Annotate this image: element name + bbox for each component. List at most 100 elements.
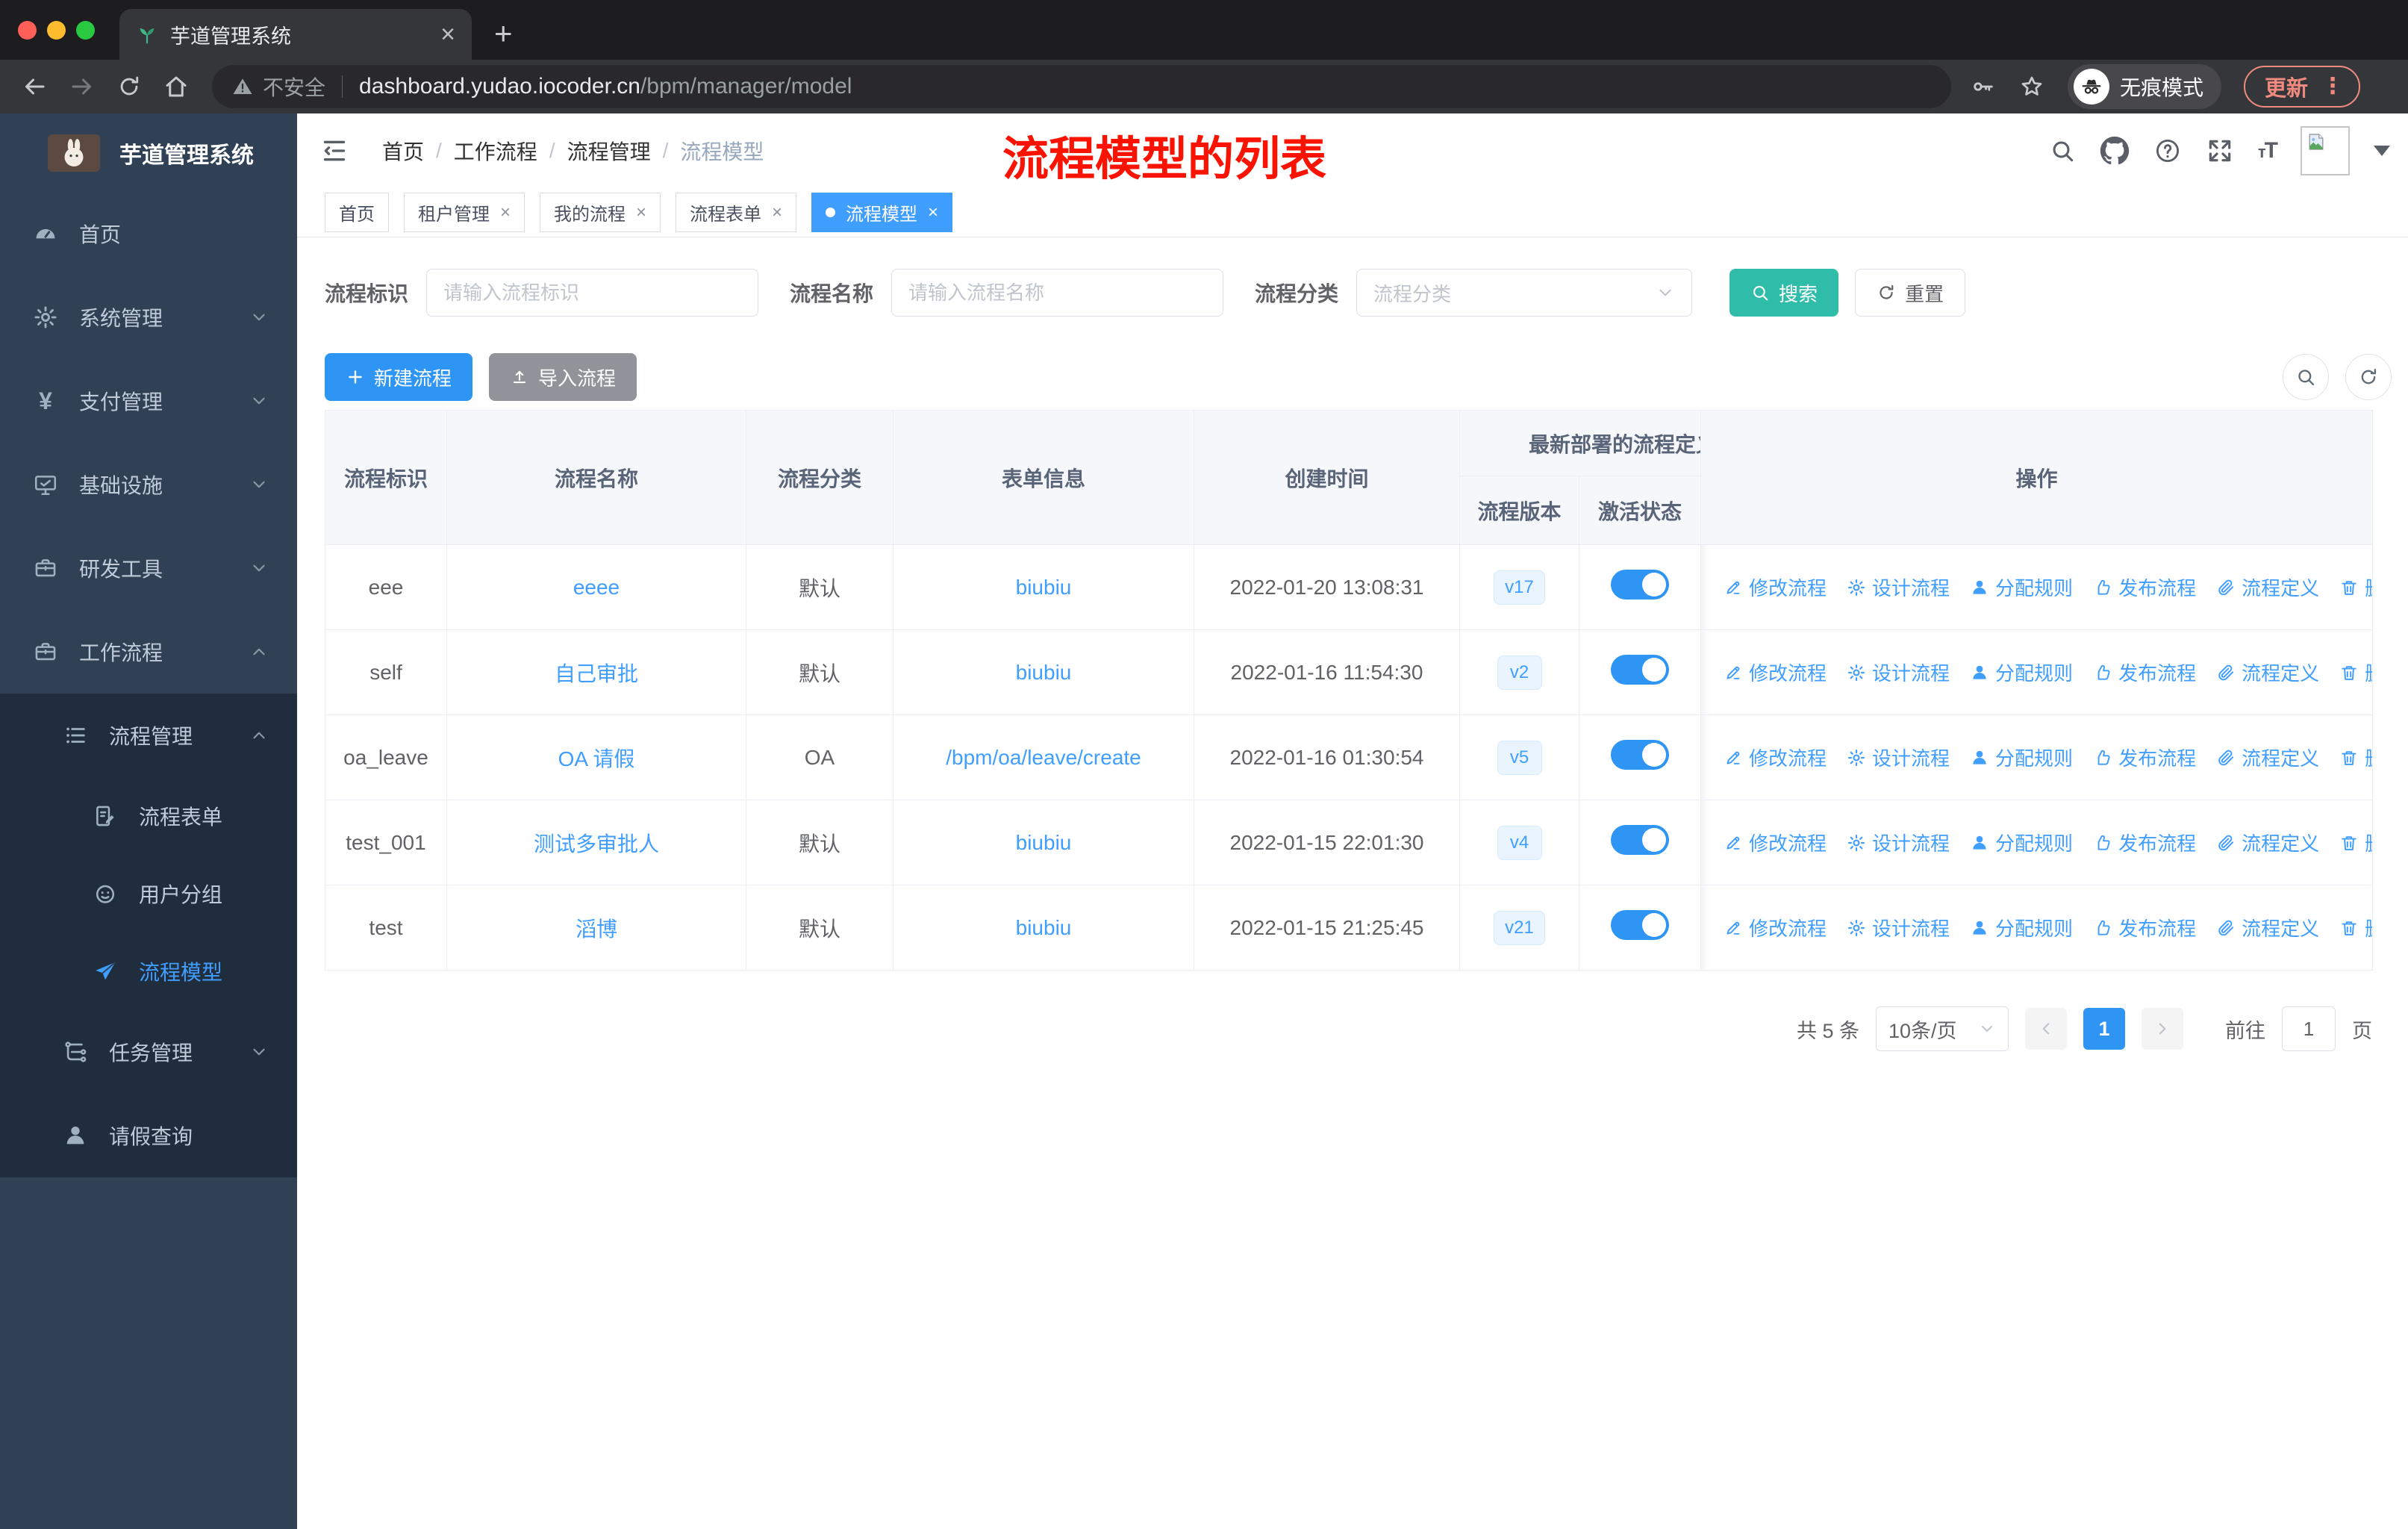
create-process-button[interactable]: 新建流程 (325, 353, 473, 401)
close-icon[interactable]: × (772, 202, 782, 223)
process-definition-link[interactable]: 流程定义 (2216, 829, 2319, 856)
minimize-window-button[interactable] (47, 21, 66, 40)
assign-rule-link[interactable]: 分配规则 (1970, 744, 2073, 771)
import-process-button[interactable]: 导入流程 (489, 353, 637, 401)
tag-process-form[interactable]: 流程表单 × (676, 193, 797, 232)
page-size-select[interactable]: 10条/页 (1876, 1006, 2009, 1051)
delete-link[interactable]: 删除 (2339, 914, 2372, 941)
sidebar-item-process-model[interactable]: 流程模型 (0, 932, 297, 1010)
delete-link[interactable]: 删除 (2339, 744, 2372, 771)
active-toggle[interactable] (1611, 910, 1669, 940)
delete-link[interactable]: 删除 (2339, 829, 2372, 856)
process-key-input[interactable] (426, 269, 759, 317)
modify-process-link[interactable]: 修改流程 (1724, 744, 1827, 771)
prev-page-button[interactable] (2025, 1008, 2067, 1050)
form-info-link[interactable]: biubiu (1016, 916, 1072, 939)
form-info-link[interactable]: /bpm/oa/leave/create (946, 746, 1141, 769)
form-info-link[interactable]: biubiu (1016, 831, 1072, 854)
process-name-link[interactable]: OA 请假 (558, 747, 635, 770)
tab-close-icon[interactable]: × (440, 22, 455, 47)
tag-home[interactable]: 首页 (325, 193, 389, 232)
reload-icon[interactable] (116, 74, 142, 99)
process-category-select[interactable]: 流程分类 (1356, 269, 1693, 317)
avatar-caret-icon[interactable] (2374, 146, 2390, 156)
window-controls[interactable] (18, 21, 95, 40)
help-icon[interactable] (2153, 137, 2182, 165)
search-icon[interactable] (2049, 137, 2076, 164)
process-name-link[interactable]: 滔博 (576, 918, 617, 941)
next-page-button[interactable] (2142, 1008, 2183, 1050)
design-process-link[interactable]: 设计流程 (1847, 658, 1950, 686)
maximize-window-button[interactable] (76, 21, 95, 40)
form-info-link[interactable]: biubiu (1016, 576, 1072, 599)
active-toggle[interactable] (1611, 825, 1669, 855)
process-definition-link[interactable]: 流程定义 (2216, 573, 2319, 601)
home-icon[interactable] (163, 73, 190, 100)
assign-rule-link[interactable]: 分配规则 (1970, 829, 2073, 856)
breadcrumb-home[interactable]: 首页 (382, 136, 424, 166)
active-toggle[interactable] (1611, 655, 1669, 685)
publish-process-link[interactable]: 发布流程 (2093, 744, 2196, 771)
tag-tenant[interactable]: 租户管理 × (404, 193, 525, 232)
browser-tab[interactable]: 芋道管理系统 × (119, 9, 472, 60)
fullscreen-icon[interactable] (2206, 137, 2234, 165)
publish-process-link[interactable]: 发布流程 (2093, 914, 2196, 941)
browser-update-button[interactable]: 更新 ⋮ (2244, 66, 2361, 108)
goto-page-input[interactable] (2282, 1006, 2336, 1051)
current-page-button[interactable]: 1 (2083, 1008, 2125, 1050)
modify-process-link[interactable]: 修改流程 (1724, 658, 1827, 686)
design-process-link[interactable]: 设计流程 (1847, 914, 1950, 941)
breadcrumb-workflow[interactable]: 工作流程 (454, 136, 537, 166)
font-size-icon[interactable]: тT (2258, 138, 2278, 164)
process-name-link[interactable]: 自己审批 (555, 662, 638, 685)
collapse-sidebar-icon[interactable] (319, 136, 349, 166)
assign-rule-link[interactable]: 分配规则 (1970, 914, 2073, 941)
publish-process-link[interactable]: 发布流程 (2093, 573, 2196, 601)
modify-process-link[interactable]: 修改流程 (1724, 573, 1827, 601)
design-process-link[interactable]: 设计流程 (1847, 573, 1950, 601)
process-definition-link[interactable]: 流程定义 (2216, 744, 2319, 771)
delete-link[interactable]: 删除 (2339, 573, 2372, 601)
tag-process-model[interactable]: 流程模型 × (811, 193, 953, 232)
sidebar-item-leave-query[interactable]: 请假查询 (0, 1094, 297, 1177)
publish-process-link[interactable]: 发布流程 (2093, 829, 2196, 856)
close-icon[interactable]: × (500, 202, 511, 223)
sidebar-item-infra[interactable]: 基础设施 (0, 443, 297, 526)
modify-process-link[interactable]: 修改流程 (1724, 914, 1827, 941)
assign-rule-link[interactable]: 分配规则 (1970, 573, 2073, 601)
sidebar-item-task-management[interactable]: 任务管理 (0, 1010, 297, 1094)
address-bar[interactable]: 不安全 dashboard.yudao.iocoder.cn/bpm/manag… (212, 65, 1951, 108)
refresh-table-button[interactable] (2345, 354, 2392, 400)
sidebar-item-user-group[interactable]: 用户分组 (0, 855, 297, 932)
form-info-link[interactable]: biubiu (1016, 661, 1072, 684)
close-icon[interactable]: × (928, 202, 938, 223)
active-toggle[interactable] (1611, 570, 1669, 600)
breadcrumb-process-management[interactable]: 流程管理 (567, 136, 651, 166)
search-button[interactable]: 搜索 (1729, 269, 1839, 317)
process-name-link[interactable]: eeee (573, 576, 620, 599)
sidebar-item-devtools[interactable]: 研发工具 (0, 526, 297, 610)
sidebar-item-system[interactable]: 系统管理 (0, 275, 297, 359)
key-icon[interactable] (1971, 74, 1996, 99)
close-icon[interactable]: × (636, 202, 646, 223)
process-definition-link[interactable]: 流程定义 (2216, 658, 2319, 686)
process-definition-link[interactable]: 流程定义 (2216, 914, 2319, 941)
publish-process-link[interactable]: 发布流程 (2093, 658, 2196, 686)
close-window-button[interactable] (18, 21, 37, 40)
sidebar-item-workflow[interactable]: 工作流程 (0, 610, 297, 694)
active-toggle[interactable] (1611, 740, 1669, 770)
delete-link[interactable]: 删除 (2339, 658, 2372, 686)
forward-icon[interactable] (69, 73, 96, 100)
bookmark-star-icon[interactable] (2018, 73, 2045, 100)
new-tab-button[interactable]: + (494, 18, 513, 49)
browser-menu-icon[interactable]: ⋮ (2321, 75, 2344, 98)
tag-my-process[interactable]: 我的流程 × (540, 193, 661, 232)
design-process-link[interactable]: 设计流程 (1847, 829, 1950, 856)
github-icon[interactable] (2100, 136, 2130, 166)
assign-rule-link[interactable]: 分配规则 (1970, 658, 2073, 686)
sidebar-item-process-management[interactable]: 流程管理 (0, 694, 297, 777)
design-process-link[interactable]: 设计流程 (1847, 744, 1950, 771)
sidebar-item-home[interactable]: 首页 (0, 192, 297, 275)
show-search-button[interactable] (2283, 354, 2329, 400)
avatar[interactable] (2301, 126, 2350, 175)
